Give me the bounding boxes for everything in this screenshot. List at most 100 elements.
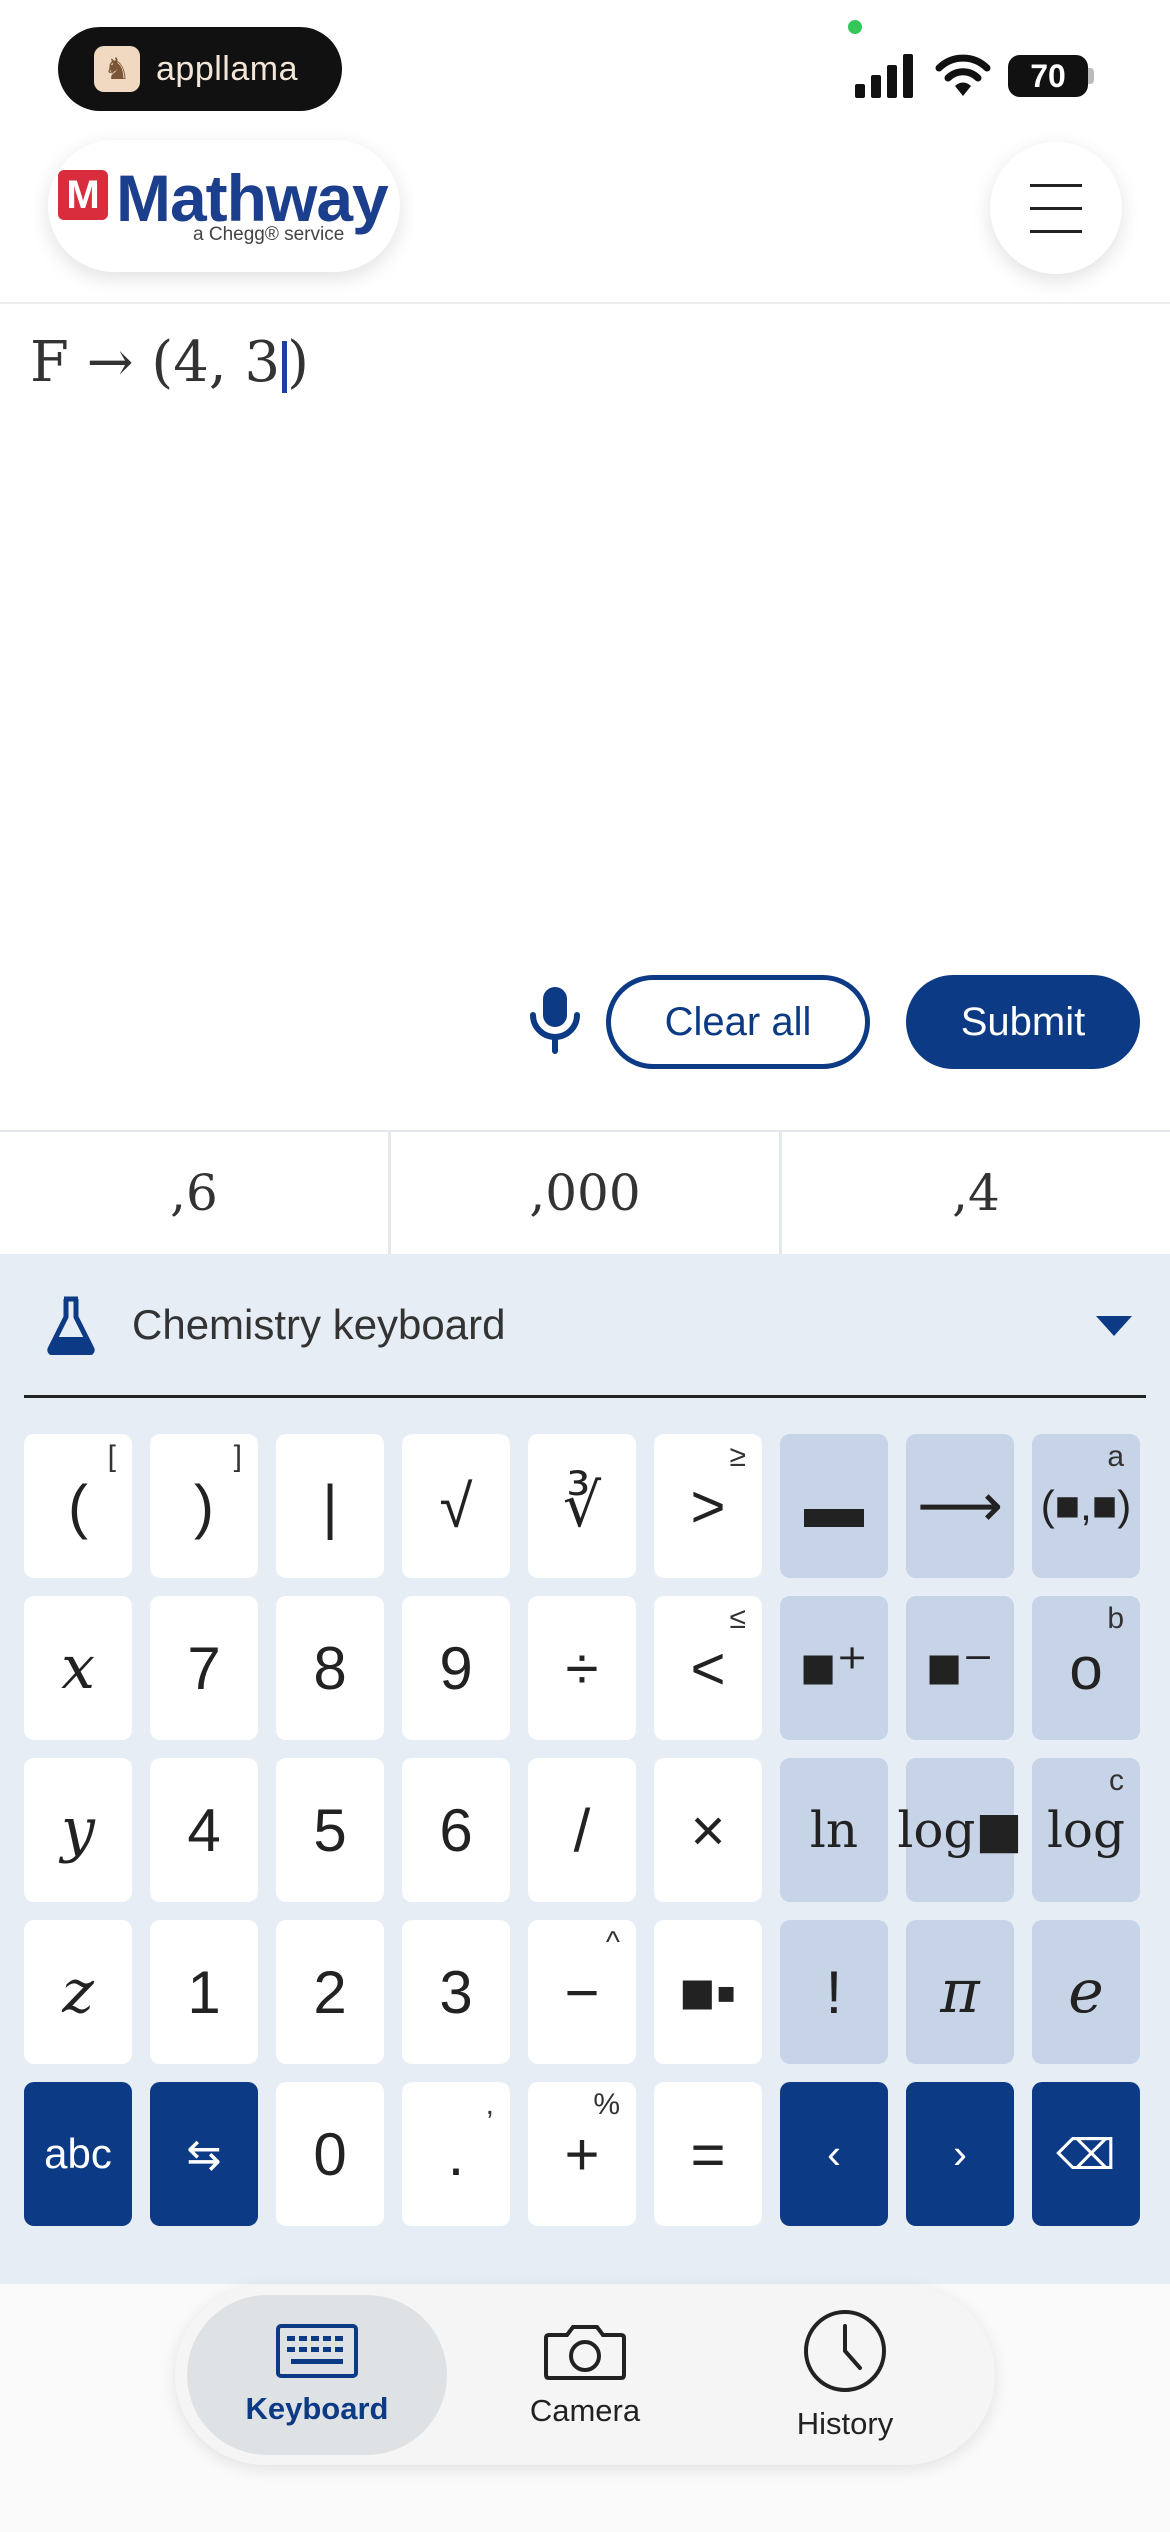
key-label: | bbox=[322, 1472, 338, 1540]
key-label: abc bbox=[44, 2130, 112, 2177]
tab-history[interactable]: History bbox=[715, 2295, 975, 2455]
key-r0-c5[interactable]: > ≥ bbox=[654, 1434, 762, 1578]
key-label: ( bbox=[68, 1472, 88, 1540]
key-r1-c4[interactable]: ÷ bbox=[528, 1596, 636, 1740]
key-label: log■ bbox=[897, 1801, 1023, 1859]
key-label: ■▪ bbox=[679, 1958, 737, 2026]
hamburger-icon-line bbox=[1030, 206, 1082, 210]
key-r2-c3[interactable]: 6 bbox=[402, 1758, 510, 1902]
keyboard-selector[interactable]: Chemistry keyboard bbox=[24, 1254, 1146, 1398]
microphone-icon[interactable] bbox=[525, 985, 585, 1055]
key-r1-c1[interactable]: 7 bbox=[150, 1596, 258, 1740]
key-r2-c4[interactable]: / bbox=[528, 1758, 636, 1902]
app-pill-label: appllama bbox=[156, 49, 298, 88]
key-r3-c4[interactable]: − ^ bbox=[528, 1920, 636, 2064]
key-label: ▬ bbox=[804, 1472, 864, 1540]
clear-all-button[interactable]: Clear all bbox=[606, 975, 870, 1069]
suggestion-item[interactable]: ,000 bbox=[391, 1132, 782, 1254]
key-label: ‹ bbox=[827, 2130, 841, 2177]
key-r1-c8[interactable]: ob bbox=[1032, 1596, 1140, 1740]
key-label: log bbox=[1046, 1801, 1126, 1859]
key-r3-c1[interactable]: 1 bbox=[150, 1920, 258, 2064]
key-label: 6 bbox=[439, 1796, 473, 1864]
key-r1-c0[interactable]: x bbox=[24, 1596, 132, 1740]
key-secondary-label: ≤ bbox=[729, 1602, 746, 1635]
key-r3-c8[interactable]: e bbox=[1032, 1920, 1140, 2064]
key-r4-c8[interactable]: ⌫ bbox=[1032, 2082, 1140, 2226]
key-label: + bbox=[564, 2120, 600, 2188]
key-r2-c5[interactable]: × bbox=[654, 1758, 762, 1902]
battery-cap bbox=[1088, 68, 1094, 84]
key-r0-c4[interactable]: ∛ bbox=[528, 1434, 636, 1578]
flask-icon bbox=[47, 1296, 95, 1355]
key-label: 2 bbox=[313, 1958, 347, 2026]
tab-label: Keyboard bbox=[245, 2391, 389, 2426]
key-r2-c6[interactable]: ln bbox=[780, 1758, 888, 1902]
suggestion-item[interactable]: ,6 bbox=[0, 1132, 391, 1254]
key-r4-c5[interactable]: = bbox=[654, 2082, 762, 2226]
key-label: < bbox=[690, 1634, 726, 1702]
key-r0-c7[interactable]: ⟶ bbox=[906, 1434, 1014, 1578]
key-label: √ bbox=[439, 1472, 473, 1540]
tab-keyboard[interactable]: Keyboard bbox=[187, 2295, 447, 2455]
camera-icon bbox=[544, 2325, 626, 2380]
key-r2-c0[interactable]: y bbox=[24, 1758, 132, 1902]
keyboard-icon bbox=[276, 2324, 358, 2378]
key-label: z bbox=[62, 1957, 94, 2027]
key-label: (■,■) bbox=[1040, 1482, 1132, 1529]
key-secondary-label: a bbox=[1107, 1440, 1124, 1473]
key-r3-c5[interactable]: ■▪ bbox=[654, 1920, 762, 2064]
tab-label: History bbox=[796, 2406, 894, 2441]
key-label: × bbox=[690, 1796, 726, 1864]
key-r1-c3[interactable]: 9 bbox=[402, 1596, 510, 1740]
key-secondary-label: ≥ bbox=[729, 1440, 746, 1473]
key-r4-c2[interactable]: 0 bbox=[276, 2082, 384, 2226]
hamburger-icon-line bbox=[1030, 229, 1082, 233]
key-r0-c0[interactable]: ([ bbox=[24, 1434, 132, 1578]
key-r2-c7[interactable]: log■ bbox=[897, 1758, 1023, 1902]
key-r1-c6[interactable]: ■⁺ bbox=[780, 1596, 888, 1740]
submit-button[interactable]: Submit bbox=[906, 975, 1140, 1069]
key-r3-c0[interactable]: z bbox=[24, 1920, 132, 2064]
key-label: 0 bbox=[313, 2120, 347, 2188]
key-r3-c3[interactable]: 3 bbox=[402, 1920, 510, 2064]
key-r0-c3[interactable]: √ bbox=[402, 1434, 510, 1578]
mathway-logo[interactable]: M Mathway a Chegg® service bbox=[48, 140, 400, 272]
key-r0-c2[interactable]: | bbox=[276, 1434, 384, 1578]
key-r4-c6[interactable]: ‹ bbox=[780, 2082, 888, 2226]
key-r3-c7[interactable]: π bbox=[906, 1920, 1014, 2064]
status-bar: ♞ appllama 70 bbox=[0, 0, 1170, 140]
key-r3-c6[interactable]: ! bbox=[780, 1920, 888, 2064]
key-r0-c6[interactable]: ▬ bbox=[780, 1434, 888, 1578]
key-r4-c4[interactable]: +% bbox=[528, 2082, 636, 2226]
key-label: = bbox=[690, 2120, 726, 2188]
hamburger-icon-line bbox=[1030, 183, 1082, 187]
key-r1-c7[interactable]: ■⁻ bbox=[906, 1596, 1014, 1740]
key-label: y bbox=[61, 1795, 95, 1865]
wifi-icon bbox=[935, 54, 991, 96]
key-r4-c1[interactable]: ⇆ bbox=[150, 2082, 258, 2226]
suggestion-bar: ,6 ,000 ,4 bbox=[0, 1130, 1170, 1254]
app-pill[interactable]: ♞ appllama bbox=[58, 27, 342, 111]
key-r4-c3[interactable]: ., bbox=[402, 2082, 510, 2226]
key-r0-c8[interactable]: (■,■) a bbox=[1032, 1434, 1140, 1578]
expression-input[interactable]: F → (4, 3) bbox=[30, 330, 309, 395]
key-label: 8 bbox=[313, 1634, 347, 1702]
suggestion-item[interactable]: ,4 bbox=[782, 1132, 1170, 1254]
key-label: 4 bbox=[187, 1796, 221, 1864]
key-r2-c8[interactable]: log c bbox=[1032, 1758, 1140, 1902]
key-r0-c1[interactable]: )] bbox=[150, 1434, 258, 1578]
battery-indicator: 70 bbox=[1008, 55, 1088, 97]
key-r4-c0[interactable]: abc bbox=[24, 2082, 132, 2226]
key-r1-c2[interactable]: 8 bbox=[276, 1596, 384, 1740]
key-r4-c7[interactable]: › bbox=[906, 2082, 1014, 2226]
key-label: 3 bbox=[439, 1958, 473, 2026]
key-r1-c5[interactable]: < ≤ bbox=[654, 1596, 762, 1740]
key-label: ! bbox=[825, 1958, 843, 2026]
key-r3-c2[interactable]: 2 bbox=[276, 1920, 384, 2064]
key-secondary-label: b bbox=[1107, 1602, 1124, 1635]
menu-button[interactable] bbox=[990, 142, 1122, 274]
key-r2-c1[interactable]: 4 bbox=[150, 1758, 258, 1902]
tab-camera[interactable]: Camera bbox=[455, 2295, 715, 2455]
key-r2-c2[interactable]: 5 bbox=[276, 1758, 384, 1902]
